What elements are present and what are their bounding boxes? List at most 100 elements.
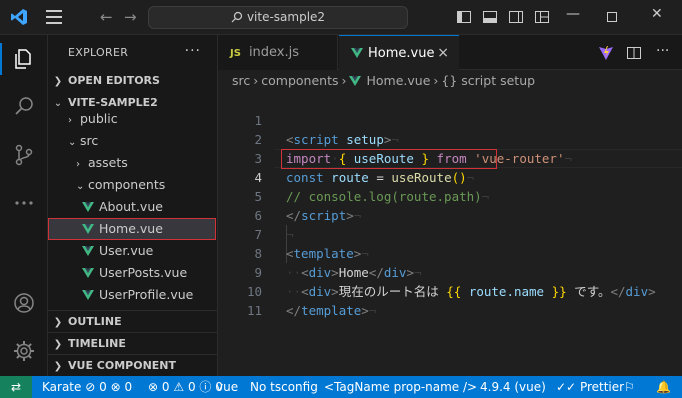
accounts-icon[interactable] (12, 291, 36, 315)
search-icon (231, 11, 243, 23)
tree-file-about[interactable]: About.vue (48, 196, 217, 218)
code-line: 9 ··<div>現在のルート名は {{ route.name }} です。</… (218, 244, 682, 299)
toggle-primary-sidebar-icon[interactable] (456, 9, 472, 25)
chevron-right-icon: ❯ (53, 76, 63, 87)
js-file-icon: JS (230, 48, 241, 59)
tab-home-vue[interactable]: Home.vue × (339, 35, 459, 70)
tree-file-userprofile[interactable]: UserProfile.vue (48, 284, 217, 306)
double-check-icon: ✓✓ (556, 380, 577, 394)
back-arrow-icon[interactable]: ← (100, 9, 113, 25)
status-bar: ⇄ Karate ⊘ 0 ⊗ 0 ⊗ 0 ⚠ 0 ⓘ 0 vue No tsco… (0, 376, 682, 398)
vue-file-icon (82, 246, 94, 256)
breadcrumb-separator-icon: › (433, 73, 439, 88)
info-icon: ⓘ (199, 380, 212, 394)
breadcrumb: src › components › Home.vue ›{} script setup (218, 70, 682, 92)
code-line: 11 (218, 282, 682, 318)
chevron-right-icon: ❯ (53, 339, 63, 350)
section-vue-component-preview[interactable]: ❯VUE COMPONENT PREVIEW (48, 354, 217, 376)
breadcrumb-home-vue[interactable]: Home.vue (366, 73, 430, 88)
code-line: 2 import·{ useRoute } from 'vue-router'¬ (218, 111, 682, 166)
maximize-icon[interactable] (606, 9, 618, 25)
close-window-icon[interactable]: ✕ (651, 6, 663, 22)
editor-tabs: JS index.js Home.vue × ··· (218, 35, 682, 70)
code-line: 5 </script>¬ (218, 168, 682, 223)
tree-folder-assets[interactable]: › assets (48, 152, 217, 174)
status-problems[interactable]: ⊗ 0 ⚠ 0 ⓘ 0 (148, 376, 223, 398)
tab-index-js[interactable]: JS index.js (218, 35, 338, 70)
more-actions-icon[interactable] (12, 191, 36, 215)
vue-file-icon (82, 224, 94, 234)
menu-icon[interactable] (46, 10, 62, 24)
tree-folder-components[interactable]: ⌄ components (48, 174, 217, 196)
title-bar: ← → vite-sample2 — ✕ (0, 0, 682, 35)
minimize-icon[interactable]: — (566, 6, 580, 22)
chevron-right-icon: › (76, 159, 80, 170)
chevron-right-icon: ❯ (53, 317, 63, 328)
code-line: 8 ··<div>Home</div>¬ (218, 225, 682, 280)
activity-bar (0, 35, 48, 376)
status-profile[interactable]: Karate ⊘ 0 ⊗ 0 (42, 376, 132, 398)
toggle-panel-icon[interactable] (482, 9, 498, 25)
check-icon: ⊘ (85, 380, 96, 394)
search-text: vite-sample2 (246, 10, 326, 24)
chevron-right-icon: › (68, 115, 72, 126)
explorer-sidebar: EXPLORER ··· ❯ OPEN EDITORS ⌄ VITE-SAMPLE2… (48, 35, 218, 376)
split-editor-icon[interactable] (626, 45, 642, 61)
error-icon: ⊗ (110, 380, 121, 394)
explorer-title: EXPLORER (68, 46, 129, 59)
tree-file-userposts[interactable]: UserPosts.vue (48, 262, 217, 284)
breadcrumb-script-setup[interactable]: script setup (461, 73, 535, 88)
explorer-more-button[interactable]: ··· (185, 43, 201, 59)
breadcrumb-separator-icon: › (253, 73, 259, 88)
code-line: 10 </template>¬ (218, 263, 682, 318)
notifications-bell-icon[interactable]: 🔔 (656, 376, 671, 398)
explorer-icon[interactable] (12, 47, 36, 71)
breadcrumb-src[interactable]: src (232, 73, 250, 88)
forward-arrow-icon[interactable]: → (124, 9, 137, 25)
chevron-down-icon: ⌄ (68, 137, 77, 148)
source-control-icon[interactable] (12, 143, 36, 167)
active-indicator (0, 43, 2, 75)
vue-file-icon (82, 202, 94, 212)
code-line: 1 <script setup>¬ (218, 92, 682, 147)
remote-indicator-icon[interactable]: ⇄ (0, 376, 32, 398)
status-prettier[interactable]: ✓✓ Prettier (556, 376, 624, 398)
section-outline[interactable]: ❯ OUTLINE (48, 310, 217, 332)
braces-icon: {} (441, 73, 462, 88)
section-open-editors[interactable]: ❯ OPEN EDITORS (48, 70, 217, 92)
vue-file-icon (351, 48, 363, 58)
vscode-logo-icon (11, 9, 27, 25)
line-number: 11 (246, 303, 262, 318)
section-timeline[interactable]: ❯ TIMELINE (48, 332, 217, 354)
vue-file-icon (349, 76, 362, 86)
code-line: 3 const route = useRoute()¬ (218, 130, 682, 185)
vite-icon[interactable] (598, 45, 614, 61)
customize-layout-icon[interactable] (534, 9, 550, 25)
status-tsconfig[interactable]: No tsconfig (250, 376, 318, 398)
highlight-annotation-box (281, 149, 497, 169)
status-language[interactable]: vue (216, 376, 238, 398)
feedback-icon[interactable]: ⚐ (624, 376, 635, 398)
editor-more-actions-icon[interactable]: ··· (656, 43, 669, 59)
status-version[interactable]: 4.9.4 (vue) (480, 376, 546, 398)
breadcrumb-components[interactable]: components (261, 73, 338, 88)
search-icon[interactable] (12, 95, 36, 119)
status-tagname[interactable]: <TagName prop-name /> (324, 376, 477, 398)
chevron-down-icon: ⌄ (76, 181, 85, 192)
code-line: 7 <template>¬ (218, 206, 682, 261)
error-icon: ⊗ (148, 380, 159, 394)
code-editor[interactable]: 1 <script setup>¬ 2 import·{ useRoute } … (218, 92, 682, 376)
tree-file-home[interactable]: Home.vue (48, 218, 216, 240)
tree-folder-src[interactable]: ⌄ src (48, 130, 217, 152)
warning-icon: ⚠ (173, 380, 185, 394)
close-tab-icon[interactable]: × (437, 36, 449, 71)
settings-gear-icon[interactable] (12, 339, 36, 363)
tree-file-user[interactable]: User.vue (48, 240, 217, 262)
vue-file-icon (82, 290, 94, 300)
command-center-search[interactable]: vite-sample2 (148, 6, 408, 29)
code-line: 6 ¬ (218, 187, 682, 242)
breadcrumb-separator-icon: › (341, 73, 347, 88)
vue-file-icon (82, 268, 94, 278)
toggle-secondary-sidebar-icon[interactable] (508, 9, 524, 25)
tree-folder-public[interactable]: › public (48, 108, 217, 130)
